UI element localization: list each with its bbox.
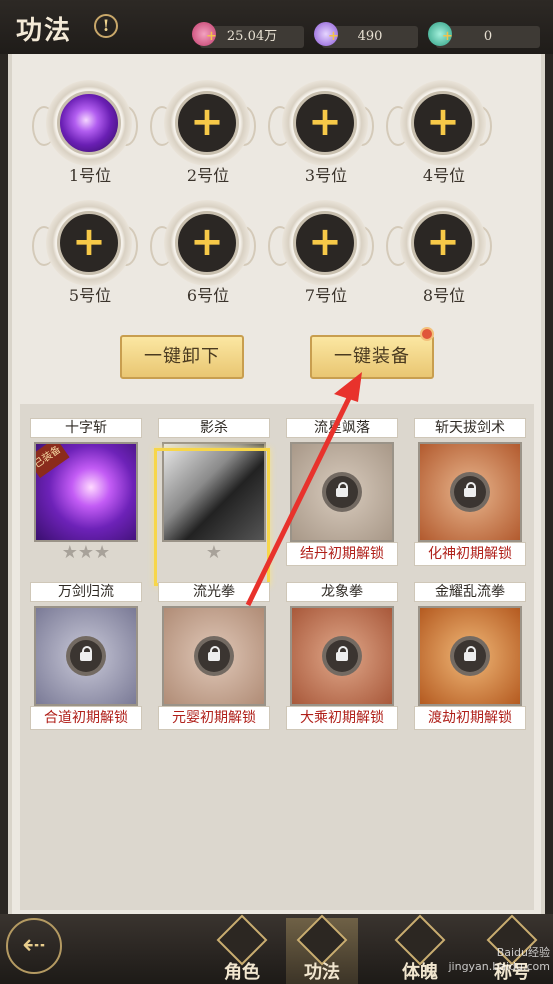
lock-icon: [194, 636, 234, 676]
unequip-all-button[interactable]: 一键卸下: [120, 335, 244, 379]
skill-name: 流星飒落: [286, 418, 398, 438]
skill-card-locked[interactable]: 斩天拔剑术 化神初期解锁: [414, 418, 526, 570]
slot-5[interactable]: + 5号位: [32, 198, 146, 310]
plus-icon[interactable]: +: [178, 214, 236, 272]
skill-card-locked[interactable]: 流光拳 元婴初期解锁: [158, 582, 270, 734]
plus-icon[interactable]: +: [296, 214, 354, 272]
empty-slot: +: [411, 211, 475, 275]
equipped-skill-icon: [57, 91, 121, 155]
unlock-requirement: 结丹初期解锁: [286, 542, 398, 566]
slot-ring: [46, 80, 132, 166]
slot-label: 5号位: [68, 286, 112, 305]
empty-slot: +: [293, 91, 357, 155]
slot-label: 1号位: [68, 166, 112, 185]
plus-icon[interactable]: +: [296, 94, 354, 152]
resource-value: 490: [357, 29, 383, 44]
resource-red-crystal: + 25.04万: [192, 22, 304, 48]
skill-artwork: [290, 606, 394, 706]
slot-label: 4号位: [422, 166, 466, 185]
lock-icon: [322, 472, 362, 512]
empty-slot: +: [411, 91, 475, 155]
skill-name: 万剑归流: [30, 582, 142, 602]
skill-artwork: [290, 442, 394, 542]
slot-ring: +: [282, 80, 368, 166]
empty-slot: +: [175, 211, 239, 275]
add-jade-gem-icon[interactable]: +: [442, 30, 453, 44]
skill-card-locked[interactable]: 龙象拳 大乘初期解锁: [286, 582, 398, 734]
slot-label: 8号位: [422, 286, 466, 305]
star-rating: ★★★: [61, 542, 111, 563]
skill-name: 斩天拔剑术: [414, 418, 526, 438]
skill-artwork: 已装备: [34, 442, 138, 542]
resource-value: 0: [483, 29, 493, 44]
skill-artwork: [162, 606, 266, 706]
selection-highlight: [154, 448, 270, 586]
slot-ring: +: [400, 80, 486, 166]
slot-8[interactable]: + 8号位: [386, 198, 500, 310]
plus-icon[interactable]: +: [414, 214, 472, 272]
slot-3[interactable]: + 3号位: [268, 78, 382, 190]
skill-card-locked[interactable]: 万剑归流 合道初期解锁: [30, 582, 142, 734]
slot-ring: +: [164, 80, 250, 166]
resource-jade-gem: + 0: [428, 22, 540, 48]
slot-label: 3号位: [304, 166, 348, 185]
plus-icon[interactable]: +: [178, 94, 236, 152]
add-purple-crystal-icon[interactable]: +: [328, 30, 339, 44]
lock-icon: [322, 636, 362, 676]
resource-value: 25.04万: [226, 29, 278, 44]
page-title: 功法: [16, 16, 73, 46]
slot-2[interactable]: + 2号位: [150, 78, 264, 190]
notification-dot: [420, 327, 434, 341]
skill-card[interactable]: 十字斩 已装备 ★★★: [30, 418, 142, 570]
slot-label: 6号位: [186, 286, 230, 305]
lock-icon: [450, 472, 490, 512]
empty-slot: +: [175, 91, 239, 155]
lock-icon: [450, 636, 490, 676]
skill-name: 龙象拳: [286, 582, 398, 602]
tab-skills[interactable]: 功法: [286, 914, 358, 984]
slot-ring: +: [46, 200, 132, 286]
skill-name: 十字斩: [30, 418, 142, 438]
skill-artwork: [34, 606, 138, 706]
slot-label: 7号位: [304, 286, 348, 305]
equip-all-button[interactable]: 一键装备: [310, 335, 434, 379]
back-arrow-icon[interactable]: ⇠: [6, 918, 62, 974]
empty-slot: +: [57, 211, 121, 275]
tab-character[interactable]: 角色: [206, 914, 278, 984]
plus-icon[interactable]: +: [414, 94, 472, 152]
skill-artwork: [418, 606, 522, 706]
skill-artwork: [418, 442, 522, 542]
unlock-requirement: 元婴初期解锁: [158, 706, 270, 730]
skill-name: 影杀: [158, 418, 270, 438]
slot-7[interactable]: + 7号位: [268, 198, 382, 310]
skill-card-selected[interactable]: 影杀 ★: [154, 418, 270, 586]
skill-card-locked[interactable]: 流星飒落 结丹初期解锁: [286, 418, 398, 570]
skill-card-locked[interactable]: 金耀乱流拳 渡劫初期解锁: [414, 582, 526, 734]
tab-label: 功法: [304, 962, 340, 983]
empty-slot: +: [293, 211, 357, 275]
slot-label: 2号位: [186, 166, 230, 185]
unlock-requirement: 大乘初期解锁: [286, 706, 398, 730]
tab-label: 角色: [224, 962, 260, 983]
slot-ring: +: [282, 200, 368, 286]
skill-name: 流光拳: [158, 582, 270, 602]
lock-icon: [66, 636, 106, 676]
slot-6[interactable]: + 6号位: [150, 198, 264, 310]
add-red-crystal-icon[interactable]: +: [206, 30, 217, 44]
resource-purple-crystal: + 490: [314, 22, 418, 48]
info-icon[interactable]: !: [94, 14, 118, 38]
slot-ring: +: [164, 200, 250, 286]
unlock-requirement: 渡劫初期解锁: [414, 706, 526, 730]
skill-name: 金耀乱流拳: [414, 582, 526, 602]
slot-4[interactable]: + 4号位: [386, 78, 500, 190]
slot-1[interactable]: 1号位: [32, 78, 146, 190]
slot-ring: +: [400, 200, 486, 286]
plus-icon[interactable]: +: [60, 214, 118, 272]
equipped-badge: 已装备: [36, 444, 70, 478]
unlock-requirement: 化神初期解锁: [414, 542, 526, 566]
unlock-requirement: 合道初期解锁: [30, 706, 142, 730]
watermark: Baidu经验 jingyan.baidu.com: [448, 946, 550, 973]
